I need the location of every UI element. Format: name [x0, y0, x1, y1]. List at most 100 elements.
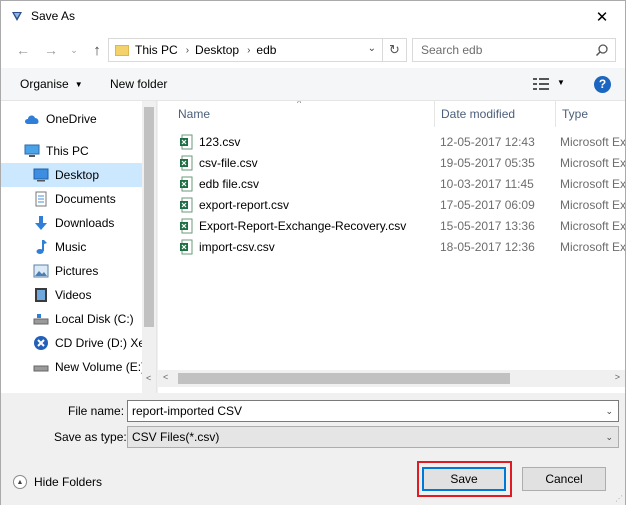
refresh-button[interactable]: ↻ — [383, 38, 407, 62]
new-folder-button[interactable]: New folder — [110, 77, 167, 91]
back-arrow-icon: ← — [16, 42, 30, 58]
sidebar-item-label: This PC — [46, 144, 89, 158]
collapse-icon: ▲ — [13, 475, 27, 489]
scroll-left-icon[interactable]: < — [146, 373, 151, 383]
sidebar-item-music[interactable]: Music — [1, 235, 143, 259]
file-type: Microsoft Ex — [560, 240, 625, 254]
sidebar-item-local-disk[interactable]: Local Disk (C:) — [1, 307, 143, 331]
sidebar-item-new-volume[interactable]: New Volume (E:) — [1, 355, 143, 379]
resize-grip-icon[interactable]: ⋰ — [615, 494, 623, 503]
sidebar-item-this-pc[interactable]: This PC — [1, 139, 143, 163]
save-form: File name: ⌄ Save as type: CSV Files(*.c… — [1, 393, 625, 505]
file-row[interactable]: import-csv.csv 18-05-2017 12:36 Microsof… — [158, 236, 625, 257]
view-dropdown-icon[interactable]: ▼ — [557, 78, 565, 87]
file-name: 123.csv — [199, 135, 241, 149]
computer-icon — [24, 143, 40, 159]
downloads-icon — [33, 215, 49, 231]
chevron-down-icon[interactable]: ⌄ — [605, 406, 613, 417]
search-icon[interactable] — [595, 43, 609, 57]
search-input[interactable] — [413, 39, 583, 61]
up-arrow-icon: ↑ — [93, 41, 101, 59]
save-as-type-value: CSV Files(*.csv) — [132, 430, 220, 444]
file-type: Microsoft Ex — [560, 219, 625, 233]
folder-icon — [115, 44, 129, 56]
music-icon — [33, 239, 49, 255]
chevron-right-icon[interactable]: › — [247, 45, 250, 56]
sidebar-item-label: New Volume (E:) — [55, 360, 143, 374]
breadcrumb-item[interactable]: edb — [256, 43, 276, 57]
file-row[interactable]: edb file.csv 10-03-2017 11:45 Microsoft … — [158, 173, 625, 194]
address-dropdown-icon[interactable]: ⌄ — [368, 43, 376, 54]
forward-button[interactable]: → — [41, 40, 61, 60]
recent-locations-button[interactable]: ⌄ — [64, 40, 84, 60]
organise-button[interactable]: Organise ▼ — [20, 77, 83, 91]
videos-icon — [33, 287, 49, 303]
file-name: import-csv.csv — [199, 240, 275, 254]
breadcrumb-item[interactable]: Desktop › — [195, 43, 250, 57]
hide-folders-label: Hide Folders — [34, 475, 103, 489]
sidebar-item-label: Desktop — [55, 168, 100, 182]
navigation-scrollbar[interactable] — [142, 101, 156, 393]
breadcrumb-item[interactable]: This PC › — [135, 43, 189, 57]
sidebar-item-label: Music — [55, 240, 87, 254]
file-name: Export-Report-Exchange-Recovery.csv — [199, 219, 407, 233]
sidebar-item-cd-drive[interactable]: CD Drive (D:) Xen — [1, 331, 143, 355]
file-row[interactable]: 123.csv 12-05-2017 12:43 Microsoft Ex — [158, 131, 625, 152]
app-icon — [12, 12, 22, 21]
file-type: Microsoft Ex — [560, 156, 625, 170]
chevron-right-icon[interactable]: › — [186, 45, 189, 56]
file-name: csv-file.csv — [199, 156, 258, 170]
help-button[interactable]: ? — [594, 76, 611, 93]
cd-drive-icon — [33, 335, 49, 351]
up-button[interactable]: ↑ — [87, 40, 107, 60]
file-name-label: File name: — [68, 404, 125, 418]
sidebar-item-label: Videos — [55, 288, 92, 302]
column-header-date[interactable]: Date modified — [434, 101, 555, 127]
hide-folders-button[interactable]: ▲ Hide Folders — [13, 475, 102, 489]
save-button[interactable]: Save — [422, 467, 506, 491]
file-date: 15-05-2017 13:36 — [440, 219, 535, 233]
sidebar-item-label: Documents — [55, 192, 116, 206]
file-row[interactable]: csv-file.csv 19-05-2017 05:35 Microsoft … — [158, 152, 625, 173]
column-header-type[interactable]: Type — [555, 101, 625, 127]
file-type: Microsoft Ex — [560, 177, 625, 191]
file-name-input[interactable] — [128, 401, 598, 421]
scroll-right-icon[interactable]: > — [615, 372, 620, 382]
file-row[interactable]: Export-Report-Exchange-Recovery.csv 15-0… — [158, 215, 625, 236]
excel-file-icon — [180, 197, 193, 213]
scroll-left-icon[interactable]: < — [163, 372, 168, 382]
sidebar-item-pictures[interactable]: Pictures — [1, 259, 143, 283]
forward-arrow-icon: → — [44, 42, 58, 58]
cancel-button[interactable]: Cancel — [522, 467, 606, 491]
file-type: Microsoft Ex — [560, 198, 625, 212]
save-as-type-select[interactable]: CSV Files(*.csv) ⌄ — [127, 426, 619, 448]
sidebar-item-downloads[interactable]: Downloads — [1, 211, 143, 235]
file-list-horizontal-scrollbar[interactable]: < > — [158, 370, 625, 387]
sidebar-item-label: Pictures — [55, 264, 99, 278]
column-header-name[interactable]: Name — [158, 101, 434, 127]
sidebar-item-onedrive[interactable]: OneDrive — [1, 107, 143, 131]
sidebar-item-label: OneDrive — [46, 112, 97, 126]
breadcrumb-label: This PC — [135, 43, 178, 57]
documents-icon — [33, 191, 49, 207]
back-button[interactable]: ← — [13, 40, 33, 60]
file-name: export-report.csv — [199, 198, 290, 212]
navigation-pane: OneDrive This PC Desktop Documents Downl… — [1, 101, 157, 393]
file-row[interactable]: export-report.csv 17-05-2017 06:09 Micro… — [158, 194, 625, 215]
local-disk-icon — [33, 311, 49, 327]
excel-file-icon — [180, 176, 193, 192]
pictures-icon — [33, 263, 49, 279]
command-bar: Organise ▼ New folder ▼ ? — [1, 68, 625, 101]
view-options-icon[interactable] — [531, 75, 551, 93]
scrollbar-thumb[interactable] — [144, 107, 154, 327]
scrollbar-thumb[interactable] — [178, 373, 510, 384]
sidebar-item-documents[interactable]: Documents — [1, 187, 143, 211]
sidebar-item-videos[interactable]: Videos — [1, 283, 143, 307]
file-date: 17-05-2017 06:09 — [440, 198, 535, 212]
sidebar-item-label: CD Drive (D:) Xen — [55, 336, 143, 350]
breadcrumb-label: Desktop — [195, 43, 240, 57]
address-bar[interactable]: This PC › Desktop › edb ⌄ — [108, 38, 383, 62]
sidebar-item-desktop[interactable]: Desktop — [1, 163, 143, 187]
close-icon: ✕ — [595, 8, 609, 26]
close-button[interactable]: ✕ — [579, 1, 625, 32]
